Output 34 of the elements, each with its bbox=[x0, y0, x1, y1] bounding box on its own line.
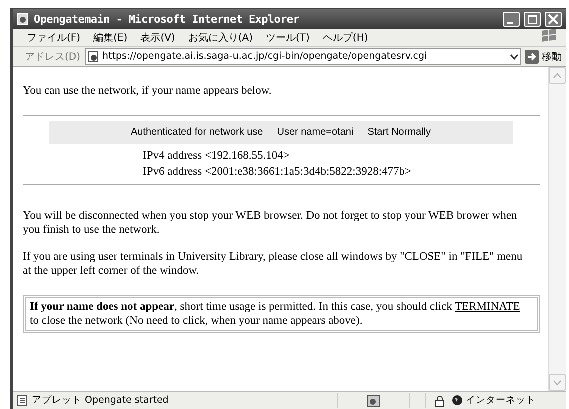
status-text: Start Normally bbox=[368, 127, 432, 138]
notice-text: If your name does not appear, short time usage is permitted. In this case, you should click TERMINATE to close the network (No need to click, when your name appears above). bbox=[30, 300, 522, 328]
close-icon bbox=[546, 12, 561, 26]
menu-item[interactable]: 表示(V) bbox=[140, 30, 176, 44]
menu-item[interactable]: ツール(T) bbox=[266, 30, 310, 44]
address-text: IPv6 address <2001:e38:3661:1a5:3d4b:5822:3928:477b> bbox=[143, 166, 413, 178]
address-label: アドレス(D) bbox=[25, 50, 81, 64]
maximize-button[interactable] bbox=[524, 12, 541, 26]
address-text: IPv4 address <192.168.55.104> bbox=[143, 150, 291, 162]
menu-item[interactable]: ヘルプ(H) bbox=[322, 30, 368, 44]
page-icon bbox=[17, 12, 30, 26]
go-button[interactable]: 移動 bbox=[525, 50, 562, 64]
window-icon bbox=[367, 394, 380, 406]
globe-icon bbox=[452, 395, 463, 406]
status-text: User name=otani bbox=[277, 127, 354, 138]
minimize-button[interactable] bbox=[503, 12, 520, 26]
intro-text: You can use the network, if your name appears below. bbox=[23, 85, 273, 97]
address-field[interactable]: https://opengate.ai.is.saga-u.ac.jp/cgi-bin/opengate/opengatesrv.cgi bbox=[84, 48, 521, 65]
terminate-link[interactable]: TERMINATE bbox=[455, 301, 520, 313]
info-paragraph: If you are using user terminals in University Library, please close all windows by "CLOSE" in "FILE" menu at the upper left corner of the window. bbox=[23, 250, 524, 278]
menu-item[interactable]: 編集(E) bbox=[94, 30, 128, 44]
status-text: アプレット Opengate started bbox=[32, 394, 170, 407]
page-icon bbox=[88, 50, 100, 62]
window-title: Opengatemain - Microsoft Internet Explorer bbox=[34, 12, 301, 26]
status-text: Authenticated for network use bbox=[130, 127, 264, 138]
arrow-icon bbox=[525, 50, 539, 64]
zone-text: インターネット bbox=[466, 394, 536, 407]
info-paragraph: You will be disconnected when you stop your WEB browser. Do not forget to stop your WEB brower when you finish to use the network. bbox=[23, 209, 518, 237]
lock-icon bbox=[435, 394, 445, 406]
page-icon bbox=[17, 394, 29, 406]
close-button[interactable] bbox=[545, 12, 562, 26]
menu-item[interactable]: お気に入り(A) bbox=[188, 30, 253, 44]
menu-item[interactable]: ファイル(F) bbox=[27, 30, 81, 44]
minimize-icon bbox=[506, 22, 512, 24]
